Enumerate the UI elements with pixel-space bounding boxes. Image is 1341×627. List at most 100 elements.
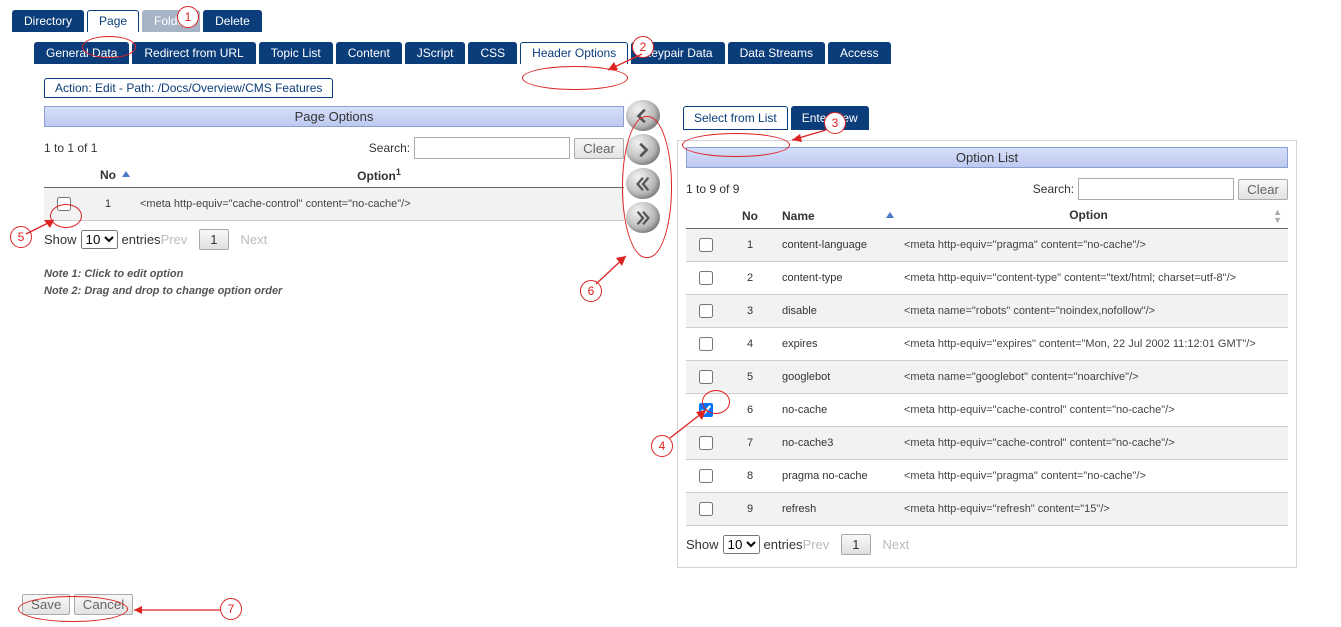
table-row[interactable]: 5googlebot<meta name="googlebot" content… [686, 361, 1288, 394]
table-row[interactable]: 6no-cache<meta http-equiv="cache-control… [686, 394, 1288, 427]
table-row[interactable]: 1content-language<meta http-equiv="pragm… [686, 229, 1288, 262]
right-prev[interactable]: Prev [803, 537, 830, 552]
row-name: disable [776, 295, 898, 328]
tab-select-from-list[interactable]: Select from List [683, 106, 788, 130]
rcol-option-label: Option [1069, 208, 1108, 222]
row-checkbox[interactable] [699, 469, 713, 483]
table-row[interactable]: 2content-type<meta http-equiv="content-t… [686, 262, 1288, 295]
left-entries-label: entries [122, 232, 161, 247]
subtab-css[interactable]: CSS [468, 42, 517, 64]
row-option: <meta name="robots" content="noindex,nof… [898, 295, 1288, 328]
row-option: <meta name="googlebot" content="noarchiv… [898, 361, 1288, 394]
row-checkbox[interactable] [699, 337, 713, 351]
right-search-label: Search: [1033, 182, 1074, 196]
page-options-pane: Page Options 1 to 1 of 1 Search: Clear N… [44, 106, 624, 299]
sort-indicator-icon: ▲▼ [1273, 208, 1282, 224]
page-options-table: No Option1 1<meta http-equiv="cache-cont… [44, 163, 624, 221]
right-search-input[interactable] [1078, 178, 1234, 200]
row-name: no-cache [776, 394, 898, 427]
option-list-table: No Name Option ▲▼ 1content-language<meta… [686, 204, 1288, 526]
row-name: content-type [776, 262, 898, 295]
row-name: no-cache3 [776, 427, 898, 460]
left-next[interactable]: Next [241, 232, 268, 247]
subtab-data-streams[interactable]: Data Streams [728, 42, 825, 64]
table-row[interactable]: 9refresh<meta http-equiv="refresh" conte… [686, 493, 1288, 526]
left-prev[interactable]: Prev [161, 232, 188, 247]
move-right-icon[interactable] [626, 134, 660, 165]
subtab-content[interactable]: Content [336, 42, 402, 64]
row-checkbox[interactable] [699, 304, 713, 318]
row-checkbox[interactable] [699, 403, 713, 417]
row-option: <meta http-equiv="expires" content="Mon,… [898, 328, 1288, 361]
row-no: 6 [724, 394, 776, 427]
tab-directory[interactable]: Directory [12, 10, 84, 32]
row-checkbox[interactable] [57, 197, 71, 211]
row-checkbox[interactable] [699, 502, 713, 516]
row-name: googlebot [776, 361, 898, 394]
row-checkbox[interactable] [699, 370, 713, 384]
row-name: expires [776, 328, 898, 361]
rcol-option[interactable]: Option ▲▼ [898, 204, 1288, 229]
right-page-1[interactable]: 1 [841, 534, 870, 555]
right-entries-label: entries [764, 537, 803, 552]
table-row[interactable]: 7no-cache3<meta http-equiv="cache-contro… [686, 427, 1288, 460]
tab-enter-new[interactable]: Enter New [791, 106, 869, 130]
subtab-keypair-data[interactable]: Keypair Data [631, 42, 724, 64]
row-checkbox[interactable] [699, 271, 713, 285]
move-left-icon[interactable] [626, 100, 660, 131]
right-count-label: 1 to 9 of 9 [686, 182, 739, 196]
row-no: 2 [724, 262, 776, 295]
rcol-name[interactable]: Name [776, 204, 898, 229]
tab-folder[interactable]: Folder [142, 10, 200, 32]
move-all-right-icon[interactable] [626, 202, 660, 233]
note-2: Note 2: Drag and drop to change option o… [44, 283, 624, 300]
cancel-button[interactable]: Cancel [74, 594, 134, 615]
row-checkbox[interactable] [699, 436, 713, 450]
col-option[interactable]: Option1 [134, 163, 624, 188]
subtab-access[interactable]: Access [828, 42, 891, 64]
col-option-sup: 1 [396, 167, 401, 177]
left-search-input[interactable] [414, 137, 570, 159]
row-option: <meta http-equiv="pragma" content="no-ca… [898, 460, 1288, 493]
left-clear-button[interactable]: Clear [574, 138, 624, 159]
tab-delete[interactable]: Delete [203, 10, 262, 32]
subtab-jscript[interactable]: JScript [405, 42, 466, 64]
row-no: 1 [724, 229, 776, 262]
left-show-label: Show [44, 232, 77, 247]
subtab-header-options[interactable]: Header Options [520, 42, 628, 64]
table-row[interactable]: 4expires<meta http-equiv="expires" conte… [686, 328, 1288, 361]
row-no: 4 [724, 328, 776, 361]
right-entries-select[interactable]: 10 [723, 535, 760, 554]
option-list-pane: Select from List Enter New Option List 1… [677, 106, 1297, 568]
row-checkbox[interactable] [699, 238, 713, 252]
left-entries-select[interactable]: 10 [81, 230, 118, 249]
save-button[interactable]: Save [22, 594, 70, 615]
row-no: 8 [724, 460, 776, 493]
row-name: pragma no-cache [776, 460, 898, 493]
row-option: <meta http-equiv="refresh" content="15"/… [898, 493, 1288, 526]
table-row[interactable]: 8pragma no-cache<meta http-equiv="pragma… [686, 460, 1288, 493]
right-show-label: Show [686, 537, 719, 552]
row-option: <meta http-equiv="cache-control" content… [134, 188, 624, 221]
move-all-left-icon[interactable] [626, 168, 660, 199]
option-list-title: Option List [686, 147, 1288, 168]
col-option-label: Option [357, 169, 396, 183]
row-no: 1 [82, 188, 134, 221]
right-next[interactable]: Next [883, 537, 910, 552]
row-name: refresh [776, 493, 898, 526]
table-row[interactable]: 1<meta http-equiv="cache-control" conten… [44, 188, 624, 221]
move-controls [626, 100, 660, 233]
tab-page[interactable]: Page [87, 10, 139, 32]
annotation-5: 5 [10, 226, 32, 248]
row-no: 7 [724, 427, 776, 460]
row-no: 3 [724, 295, 776, 328]
subtab-topic-list[interactable]: Topic List [259, 42, 333, 64]
left-count-label: 1 to 1 of 1 [44, 141, 97, 155]
subtab-redirect-from-url[interactable]: Redirect from URL [132, 42, 255, 64]
right-clear-button[interactable]: Clear [1238, 179, 1288, 200]
left-page-1[interactable]: 1 [199, 229, 228, 250]
col-no[interactable]: No [82, 163, 134, 188]
subtab-general-data[interactable]: General Data [34, 42, 129, 64]
table-row[interactable]: 3disable<meta name="robots" content="noi… [686, 295, 1288, 328]
rcol-no[interactable]: No [724, 204, 776, 229]
